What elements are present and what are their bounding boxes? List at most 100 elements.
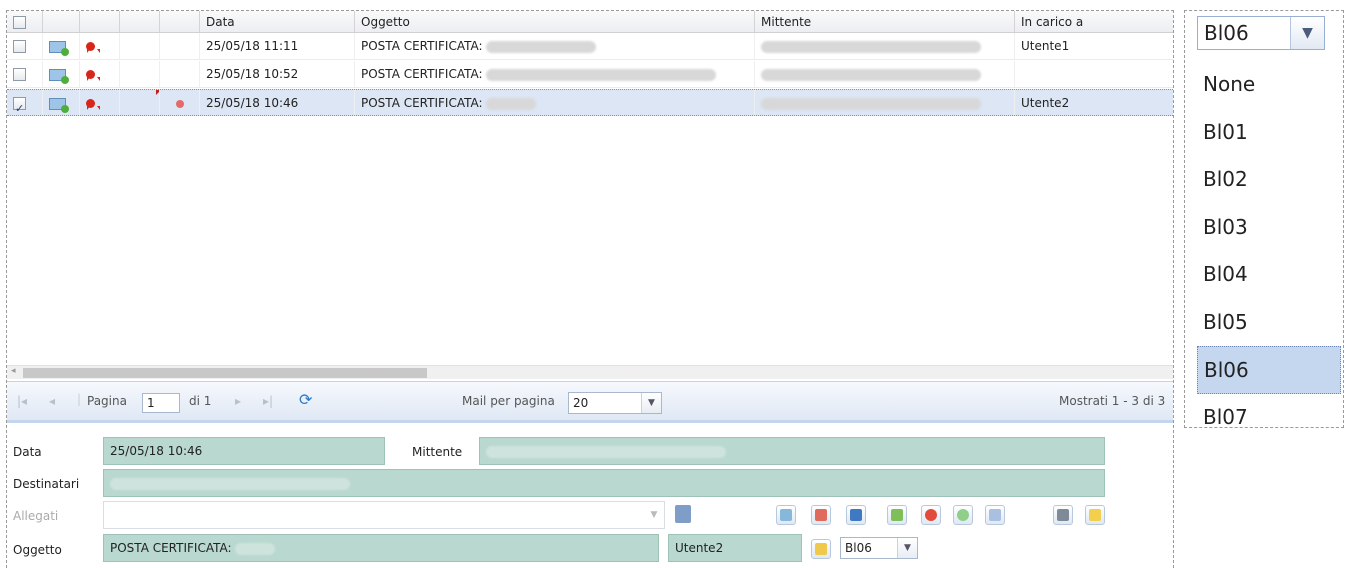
table-row[interactable]: 25/05/18 10:46 POSTA CERTIFICATA: Utente2 xyxy=(7,89,1173,116)
of-pages-label: di 1 xyxy=(189,394,212,408)
folder-dropdown: Bl06 ▼ None Bl01 Bl02 Bl03 Bl04 Bl05 Bl06 Bl07 xyxy=(1184,10,1344,428)
next-page-icon[interactable]: ▸ xyxy=(235,394,241,408)
header-status-col xyxy=(160,11,200,32)
row-flag-cell xyxy=(120,33,160,59)
row-type-cell xyxy=(43,90,80,115)
mittente-label: Mittente xyxy=(412,445,463,459)
assignee-field[interactable]: Utente2 xyxy=(668,534,802,562)
folder-dropdown-value: Bl06 xyxy=(1204,21,1249,45)
separator: | xyxy=(77,392,82,406)
dropdown-option-bl01[interactable]: Bl01 xyxy=(1197,109,1341,157)
scroll-left-icon[interactable]: ◂ xyxy=(11,366,16,376)
row-checkbox[interactable] xyxy=(13,68,26,81)
folder-dropdown-select[interactable]: Bl06 ▼ xyxy=(1197,16,1325,50)
header-icon-col xyxy=(43,11,80,32)
column-header-data[interactable]: Data xyxy=(200,11,355,32)
read-button[interactable] xyxy=(985,505,1005,525)
move-button[interactable] xyxy=(846,505,866,525)
column-header-incarico[interactable]: In carico a xyxy=(1015,11,1173,32)
oggetto-value: POSTA CERTIFICATA: xyxy=(110,541,232,555)
row-select-cell[interactable] xyxy=(7,90,43,115)
mittente-field[interactable] xyxy=(479,437,1105,465)
select-all-checkbox[interactable] xyxy=(13,16,26,29)
status-button[interactable] xyxy=(953,505,973,525)
row-date: 25/05/18 10:46 xyxy=(200,90,355,115)
table-row[interactable]: 25/05/18 10:52 POSTA CERTIFICATA: xyxy=(7,61,1173,88)
folder-button[interactable] xyxy=(1085,505,1105,525)
row-sender-cell xyxy=(755,90,1015,115)
dropdown-option-bl04[interactable]: Bl04 xyxy=(1197,251,1341,299)
certificate-icon xyxy=(86,70,100,81)
shown-count-label: Mostrati 1 - 3 di 3 xyxy=(1059,394,1166,408)
pager-toolbar: |◂ ◂ | Pagina 1 di 1 ▸ ▸| ⟳ Mail per pag… xyxy=(7,381,1173,423)
prev-page-icon[interactable]: ◂ xyxy=(49,394,55,408)
column-header-oggetto[interactable]: Oggetto xyxy=(355,11,755,32)
row-checkbox[interactable] xyxy=(13,40,26,53)
row-status-cell xyxy=(160,33,200,59)
archive-button[interactable] xyxy=(887,505,907,525)
row-cert-cell xyxy=(80,33,120,59)
row-sender-cell xyxy=(755,61,1015,87)
column-header-mittente[interactable]: Mittente xyxy=(755,11,1015,32)
star-button[interactable] xyxy=(921,505,941,525)
dropdown-option-bl02[interactable]: Bl02 xyxy=(1197,156,1341,204)
forward-button[interactable] xyxy=(811,505,831,525)
print-button[interactable] xyxy=(1053,505,1073,525)
row-assignee: Utente1 xyxy=(1021,39,1070,53)
first-page-icon[interactable]: |◂ xyxy=(17,394,27,408)
folder-icon xyxy=(1089,509,1101,521)
folder-dropdown-list: None Bl01 Bl02 Bl03 Bl04 Bl05 Bl06 Bl07 xyxy=(1197,61,1341,428)
envelope-icon xyxy=(49,97,69,113)
archive-icon xyxy=(891,509,903,521)
assign-button[interactable] xyxy=(811,539,831,559)
row-status-cell xyxy=(160,61,200,87)
chevron-down-icon[interactable]: ▼ xyxy=(897,538,917,558)
dropdown-option-bl06[interactable]: Bl06 xyxy=(1197,346,1341,394)
user-lock-icon xyxy=(815,543,827,555)
chevron-down-icon[interactable]: ▼ xyxy=(1290,17,1324,49)
destinatari-field[interactable] xyxy=(103,469,1105,497)
select-all-cell[interactable] xyxy=(7,11,43,32)
reply-icon xyxy=(780,509,792,521)
row-checkbox[interactable] xyxy=(13,95,26,115)
chevron-down-icon[interactable]: ▼ xyxy=(641,393,661,413)
dropdown-option-bl07[interactable]: Bl07 xyxy=(1197,394,1341,428)
data-field[interactable]: 25/05/18 10:46 xyxy=(103,437,385,465)
row-subject-cell: POSTA CERTIFICATA: xyxy=(355,33,755,59)
header-cert-col xyxy=(80,11,120,32)
circle-icon xyxy=(957,509,969,521)
star-icon xyxy=(925,509,937,521)
dropdown-option-bl03[interactable]: Bl03 xyxy=(1197,204,1341,252)
horizontal-scrollbar[interactable]: ◂ xyxy=(7,365,1173,379)
row-flag-cell xyxy=(120,61,160,87)
destinatari-label: Destinatari xyxy=(13,477,80,491)
save-icon[interactable] xyxy=(675,505,691,523)
row-type-cell xyxy=(43,61,80,87)
oggetto-field[interactable]: POSTA CERTIFICATA: xyxy=(103,534,659,562)
page-input[interactable]: 1 xyxy=(142,393,180,413)
forward-icon xyxy=(815,509,827,521)
chevron-down-icon[interactable]: ▼ xyxy=(644,502,664,528)
reply-button[interactable] xyxy=(776,505,796,525)
row-cert-cell xyxy=(80,61,120,87)
per-page-select[interactable]: 20 ▼ xyxy=(568,392,662,414)
row-select-cell[interactable] xyxy=(7,61,43,87)
table-row[interactable]: 25/05/18 11:11 POSTA CERTIFICATA: Utente1 xyxy=(7,33,1173,60)
data-label: Data xyxy=(13,445,42,459)
row-sender-cell xyxy=(755,33,1015,59)
mail-panel: Data Oggetto Mittente In carico a 25/05/… xyxy=(6,10,1174,568)
dropdown-option-bl05[interactable]: Bl05 xyxy=(1197,299,1341,347)
row-subject-cell: POSTA CERTIFICATA: xyxy=(355,90,755,115)
row-assignee xyxy=(1015,61,1173,87)
print-icon xyxy=(1057,509,1069,521)
scroll-thumb[interactable] xyxy=(23,368,427,378)
last-page-icon[interactable]: ▸| xyxy=(263,394,273,408)
allegati-select[interactable]: ▼ xyxy=(103,501,665,529)
folder-select[interactable]: Bl06 ▼ xyxy=(840,537,918,559)
row-select-cell[interactable] xyxy=(7,33,43,59)
refresh-icon[interactable]: ⟳ xyxy=(299,390,312,409)
oggetto-label: Oggetto xyxy=(13,543,62,557)
per-page-label: Mail per pagina xyxy=(462,394,555,408)
dropdown-option-none[interactable]: None xyxy=(1197,61,1341,109)
row-subject: POSTA CERTIFICATA: xyxy=(361,67,483,81)
